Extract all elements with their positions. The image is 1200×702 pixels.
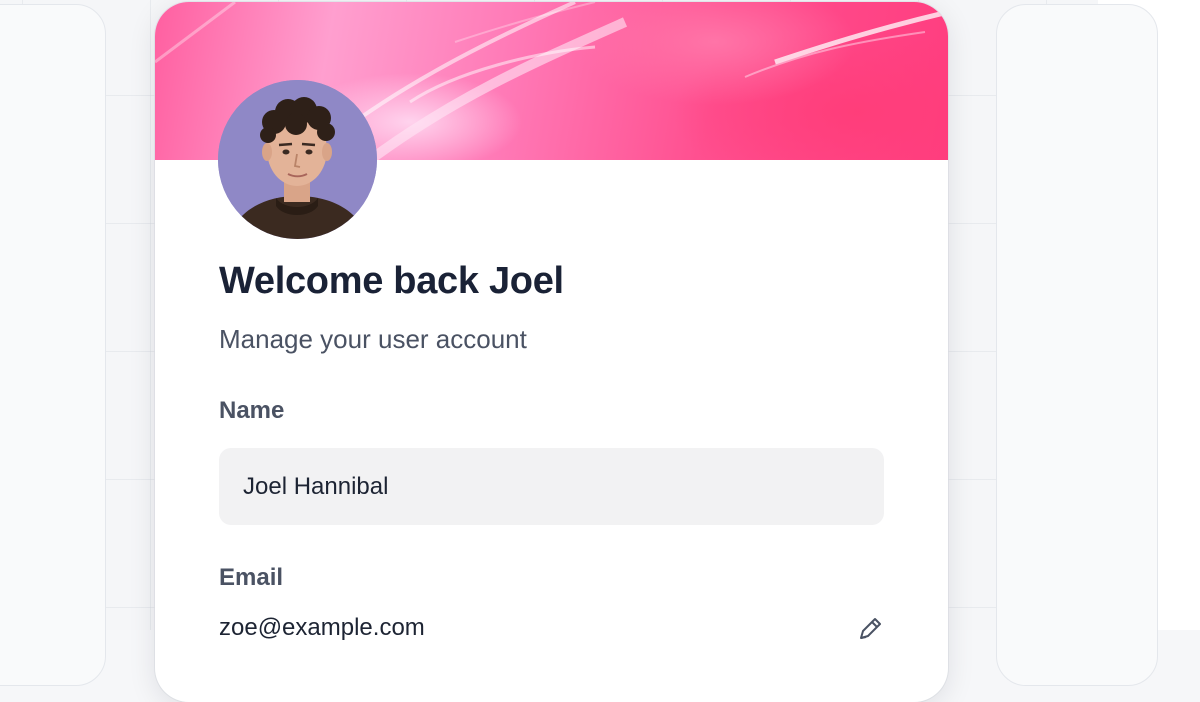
adjacent-card-left bbox=[0, 4, 106, 686]
avatar-portrait bbox=[218, 80, 377, 239]
page-title: Welcome back Joel bbox=[219, 260, 564, 302]
adjacent-card-right bbox=[996, 4, 1158, 686]
pencil-icon[interactable] bbox=[855, 614, 885, 644]
pencil-icon-graphic bbox=[860, 618, 881, 639]
account-card: Welcome back Joel Manage your user accou… bbox=[155, 2, 948, 702]
name-input[interactable] bbox=[219, 448, 884, 525]
avatar[interactable] bbox=[218, 80, 377, 239]
page-subtitle: Manage your user account bbox=[219, 324, 527, 354]
email-field-label: Email bbox=[219, 564, 284, 591]
email-value: zoe@example.com bbox=[219, 614, 425, 641]
name-field-label: Name bbox=[219, 397, 285, 424]
